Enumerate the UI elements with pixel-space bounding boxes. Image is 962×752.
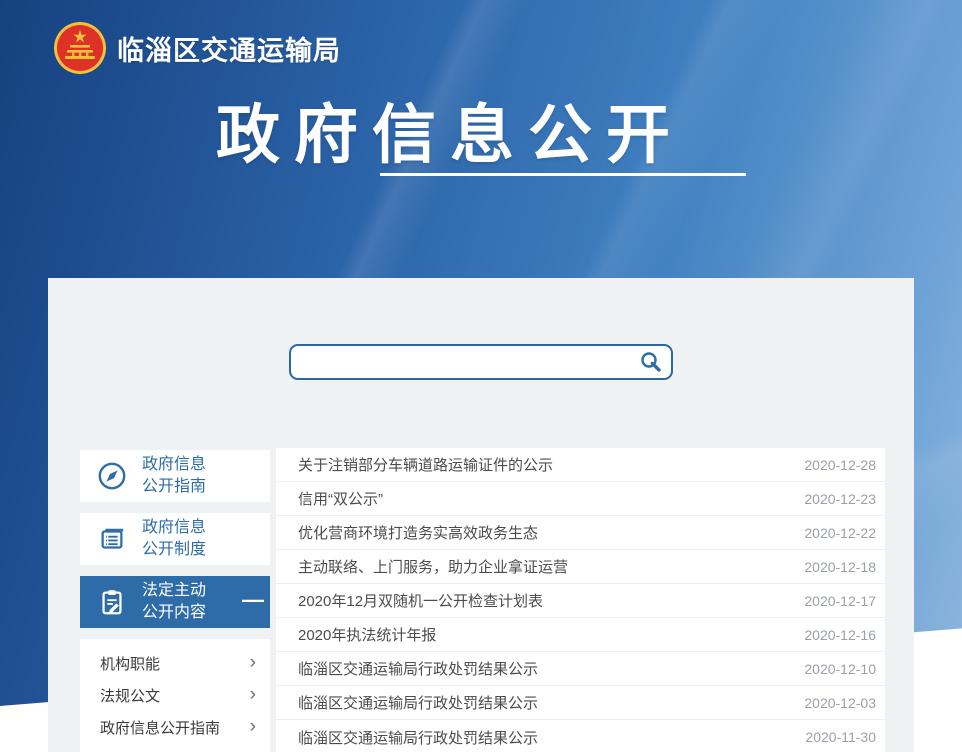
news-title: 2020年12月双随机一公开检查计划表 [298, 590, 792, 611]
news-title: 临淄区交通运输局行政处罚结果公示 [298, 692, 792, 713]
news-row[interactable]: 主动联络、上门服务，助力企业拿证运营 2020-12-18 [276, 550, 885, 584]
search-input[interactable] [291, 346, 639, 378]
national-emblem-icon [53, 21, 107, 75]
sidebar-item-label: 法定主动 公开内容 [142, 580, 206, 624]
news-row[interactable]: 临淄区交通运输局行政处罚结果公示 2020-11-30 [276, 720, 885, 752]
org-name: 临淄区交通运输局 [117, 29, 341, 68]
news-title: 2020年执法统计年报 [298, 624, 792, 645]
sidebar: 政府信息 公开指南 政府信息 [80, 450, 270, 752]
submenu-item[interactable]: 政府信息公开指南 › [80, 711, 270, 743]
chevron-right-icon: › [250, 653, 256, 672]
news-row[interactable]: 优化营商环境打造务实高效政务生态 2020-12-22 [276, 516, 885, 550]
news-date: 2020-11-30 [805, 729, 876, 745]
news-title: 信用“双公示” [298, 488, 792, 509]
sidebar-item-statutory-disclosure[interactable]: 法定主动 公开内容 — [80, 576, 270, 628]
chevron-right-icon: › [250, 717, 256, 736]
news-date: 2020-12-18 [804, 559, 876, 575]
site-brand: 临淄区交通运输局 [53, 21, 341, 75]
sidebar-item-label: 政府信息 公开制度 [142, 517, 206, 561]
content-columns: 政府信息 公开指南 政府信息 [48, 448, 914, 752]
clipboard-pencil-icon [95, 585, 129, 619]
page-title: 政府信息公开 [216, 84, 684, 176]
news-date: 2020-12-28 [804, 457, 876, 473]
submenu-item[interactable]: 法规公文 › [80, 679, 270, 711]
sidebar-item-public-info-guide[interactable]: 政府信息 公开指南 [80, 450, 270, 502]
submenu-item-label: 法规公文 [100, 685, 250, 706]
sidebar-item-public-info-rules[interactable]: 政府信息 公开制度 [80, 513, 270, 565]
sidebar-item-label: 政府信息 公开指南 [142, 454, 206, 498]
news-title: 主动联络、上门服务，助力企业拿证运营 [298, 556, 792, 577]
news-row[interactable]: 关于注销部分车辆道路运输证件的公示 2020-12-28 [276, 448, 885, 482]
news-date: 2020-12-03 [804, 695, 876, 711]
collapse-minus-icon[interactable]: — [242, 589, 264, 611]
news-title: 临淄区交通运输局行政处罚结果公示 [298, 658, 792, 679]
submenu-item[interactable]: 机构职能 › [80, 647, 270, 679]
page: 临淄区交通运输局 政府信息公开 [0, 0, 962, 752]
search-bar [289, 344, 673, 380]
compass-icon [95, 459, 129, 493]
news-row[interactable]: 信用“双公示” 2020-12-23 [276, 482, 885, 516]
news-date: 2020-12-22 [804, 525, 876, 541]
news-title: 关于注销部分车辆道路运输证件的公示 [298, 454, 792, 475]
submenu-item-label: 规划计划 [100, 749, 250, 752]
submenu-item[interactable]: 规划计划 › [80, 743, 270, 752]
chevron-right-icon: › [250, 685, 256, 704]
submenu-item-label: 机构职能 [100, 653, 250, 674]
news-date: 2020-12-10 [804, 661, 876, 677]
news-row[interactable]: 2020年12月双随机一公开检查计划表 2020-12-17 [276, 584, 885, 618]
content-panel: 政府信息 公开指南 政府信息 [48, 278, 914, 752]
news-date: 2020-12-17 [804, 593, 876, 609]
news-date: 2020-12-23 [804, 491, 876, 507]
news-title: 优化营商环境打造务实高效政务生态 [298, 522, 792, 543]
submenu-item-label: 政府信息公开指南 [100, 717, 250, 738]
chevron-right-icon: › [250, 749, 256, 752]
news-title: 临淄区交通运输局行政处罚结果公示 [298, 727, 793, 748]
search-button[interactable] [639, 350, 671, 374]
news-list: 关于注销部分车辆道路运输证件的公示 2020-12-28 信用“双公示” 202… [276, 448, 885, 752]
news-row[interactable]: 临淄区交通运输局行政处罚结果公示 2020-12-10 [276, 652, 885, 686]
news-date: 2020-12-16 [804, 627, 876, 643]
search-icon [639, 350, 663, 374]
sidebar-submenu: 机构职能 › 法规公文 › 政府信息公开指南 › [80, 639, 270, 752]
news-row[interactable]: 2020年执法统计年报 2020-12-16 [276, 618, 885, 652]
title-underline [380, 173, 746, 176]
news-row[interactable]: 临淄区交通运输局行政处罚结果公示 2020-12-03 [276, 686, 885, 720]
book-icon [95, 522, 129, 556]
